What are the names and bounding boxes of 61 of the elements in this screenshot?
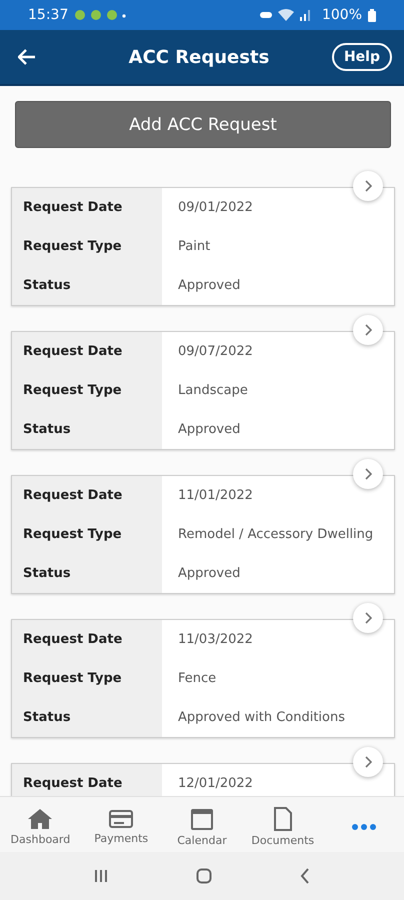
chevron-button[interactable] [353, 171, 383, 201]
field-label: Request Date [23, 632, 122, 647]
field-value: 11/03/2022 [178, 632, 253, 647]
field-value: Remodel / Accessory Dwelling [178, 527, 374, 542]
request-card[interactable]: Request Date 12/01/2022 [11, 763, 395, 796]
chevron-right-icon [364, 324, 372, 336]
chevron-button[interactable] [353, 459, 383, 489]
field-label: Status [23, 566, 71, 581]
help-button[interactable]: Help [332, 43, 392, 71]
chevron-right-icon [364, 756, 372, 768]
more-icon [350, 822, 377, 830]
tab-item[interactable]: Documents [242, 802, 324, 846]
field-value: 12/01/2022 [178, 776, 253, 791]
field-value: Approved [178, 422, 240, 437]
request-card[interactable]: Request Date 11/03/2022 Request Type Fence Status Approved with Conditions [11, 619, 395, 738]
calendar-icon [190, 806, 214, 830]
field-value: Paint [178, 239, 210, 254]
home-icon[interactable] [196, 868, 212, 884]
request-card[interactable]: Request Date 09/01/2022 Request Type Paint Status Approved [11, 187, 395, 306]
tab-item[interactable]: Calendar [162, 802, 242, 846]
chevron-button[interactable] [353, 315, 383, 345]
chevron-button[interactable] [353, 603, 383, 633]
chevron-right-icon [364, 468, 372, 480]
field-label: Request Type [23, 671, 122, 686]
field-label: Request Date [23, 776, 122, 791]
house-icon [27, 808, 54, 830]
field-label: Request Date [23, 344, 122, 359]
status-time: 15:37 [28, 7, 68, 23]
page-title: ACC Requests [128, 46, 270, 68]
tab-item[interactable]: Dashboard [0, 804, 81, 846]
tab-item[interactable]: Payments [80, 804, 162, 844]
field-value: Landscape [178, 383, 248, 398]
field-label: Status [23, 278, 71, 293]
field-value: Approved with Conditions [178, 710, 346, 725]
chevron-button[interactable] [353, 747, 383, 777]
field-label: Status [23, 422, 71, 437]
field-label: Request Date [23, 200, 122, 215]
recent-apps-icon[interactable] [94, 869, 108, 883]
field-value: 11/01/2022 [178, 488, 253, 503]
chevron-right-icon [364, 180, 372, 192]
back-arrow-icon[interactable] [18, 49, 36, 65]
field-label: Request Date [23, 488, 122, 503]
credit-card-icon [109, 808, 134, 828]
request-card[interactable]: Request Date 09/07/2022 Request Type Landscape Status Approved [11, 331, 395, 450]
field-value: Approved [178, 566, 240, 581]
field-value: Fence [178, 671, 216, 686]
add-request-button[interactable]: Add ACC Request [15, 101, 391, 148]
request-card[interactable]: Request Date 11/01/2022 Request Type Remodel / Accessory Dwelling Status Approved [11, 475, 395, 594]
battery-level: 100% [322, 7, 362, 23]
field-value: 09/07/2022 [178, 344, 253, 359]
field-label: Request Type [23, 383, 122, 398]
chevron-right-icon [364, 612, 372, 624]
battery-icon [368, 8, 376, 22]
field-value: Approved [178, 278, 240, 293]
document-icon [272, 806, 293, 830]
back-icon[interactable] [300, 868, 310, 884]
field-label: Request Type [23, 239, 122, 254]
field-label: Request Type [23, 527, 122, 542]
notification-icons [74, 9, 126, 21]
field-label: Status [23, 710, 71, 725]
field-value: 09/01/2022 [178, 200, 253, 215]
